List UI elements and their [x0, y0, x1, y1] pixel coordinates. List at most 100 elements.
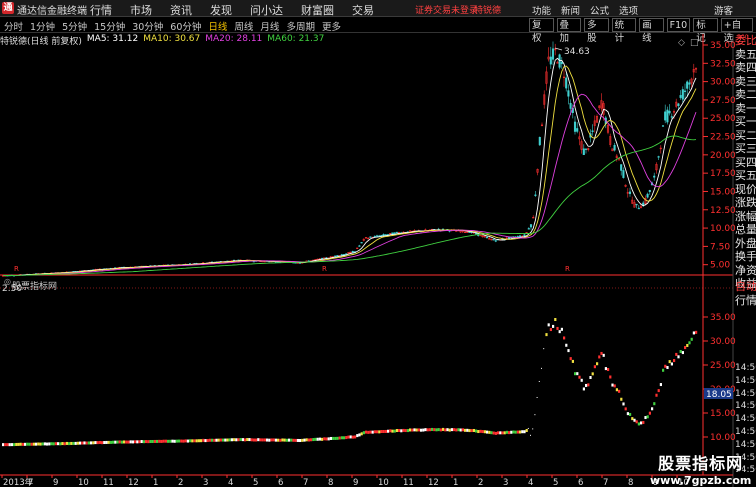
indicator-dot [439, 428, 442, 432]
side-item[interactable]: 自动 [735, 280, 756, 294]
indicator-dot [376, 430, 379, 434]
side-item[interactable]: 卖一 [735, 102, 756, 116]
expand-icon[interactable]: □ [690, 38, 699, 48]
event-marker[interactable]: R [14, 265, 19, 273]
indicator-dot [387, 429, 390, 433]
indicator-dot [327, 437, 330, 441]
indicator-dot [288, 438, 291, 442]
price-tick-label: 22.50 [710, 133, 736, 143]
indicator-dot [358, 433, 361, 437]
indicator-tick-label: 15.00 [710, 409, 736, 419]
indicator-dot [145, 440, 148, 444]
indicator-dot [655, 393, 658, 397]
side-item[interactable]: 卖四 [735, 61, 756, 75]
indicator-dot [98, 440, 101, 444]
candle-body [582, 148, 585, 156]
side-item[interactable]: 买三 [735, 142, 756, 156]
indicator-dot [417, 428, 420, 432]
event-marker[interactable]: R [565, 265, 570, 273]
indicator-settings-icon[interactable]: ◎ [4, 277, 11, 286]
indicator-dot [681, 351, 684, 355]
indicator-dot [505, 430, 508, 434]
indicator-dot [217, 438, 220, 442]
price-tick-label: 17.50 [710, 169, 736, 179]
side-item[interactable]: 卖五 [735, 48, 756, 62]
indicator-dot [90, 441, 93, 445]
side-item[interactable]: 涨跌 [735, 196, 756, 210]
indicator-dot [442, 427, 445, 431]
indicator-dot [200, 439, 203, 443]
indicator-dot [299, 439, 302, 443]
indicator-dot [193, 439, 196, 443]
side-item[interactable]: 卖三 [735, 75, 756, 89]
indicator-dot [43, 442, 46, 446]
indicator-dot [138, 440, 141, 444]
candle-body [340, 254, 343, 256]
indicator-dot [512, 430, 515, 434]
indicator-dot [455, 428, 458, 432]
indicator-dot [173, 439, 176, 443]
side-item[interactable]: 买二 [735, 129, 756, 143]
date-label: 12 [128, 478, 139, 487]
indicator-dot [556, 326, 559, 330]
indicator-dot [516, 430, 519, 434]
indicator-dot [538, 380, 540, 382]
price-tick-label: 27.50 [710, 96, 736, 106]
side-item[interactable]: 卖二 [735, 88, 756, 102]
indicator-dot [274, 438, 277, 442]
current-value-text: 18.05 [706, 390, 732, 400]
side-item[interactable]: 委比 [735, 34, 756, 48]
indicator-dot [294, 438, 297, 442]
side-item[interactable]: 换手 [735, 250, 756, 264]
indicator-dot [433, 428, 436, 432]
indicator-dot [679, 349, 682, 353]
indicator-dot [598, 355, 601, 359]
side-item[interactable]: 行情 [735, 294, 756, 308]
side-item[interactable]: 外盘 [735, 237, 756, 251]
indicator-dot [310, 438, 313, 442]
indicator-dot [277, 438, 280, 442]
collapse-icon[interactable]: ◇ [678, 38, 685, 48]
candle-body [686, 81, 689, 89]
kline-chart[interactable]: 35.0032.5030.0027.5025.0022.5020.0017.50… [0, 0, 756, 487]
indicator-dot [426, 428, 429, 432]
indicator-dot [32, 442, 35, 446]
indicator-dot [618, 389, 621, 393]
indicator-dot [690, 337, 693, 341]
indicator-dot [123, 440, 126, 444]
indicator-dot [292, 438, 295, 442]
indicator-dot [378, 430, 381, 434]
indicator-dot [213, 438, 216, 442]
side-item[interactable]: 买四 [735, 156, 756, 170]
candle-body [670, 116, 673, 118]
indicator-dot [659, 383, 662, 387]
side-item[interactable]: 涨幅 [735, 210, 756, 224]
indicator-dot [244, 438, 247, 442]
candle-body [653, 175, 656, 178]
side-item[interactable]: 现价 [735, 183, 756, 197]
date-label: 6 [278, 478, 283, 487]
side-item[interactable]: 总量 [735, 223, 756, 237]
indicator-dot [574, 372, 577, 376]
side-item[interactable]: 买五 [735, 169, 756, 183]
indicator-dot [587, 383, 590, 387]
indicator-dot [266, 438, 269, 442]
indicator-dot [21, 442, 24, 446]
candle-body [523, 234, 526, 237]
candle-body [538, 137, 541, 146]
indicator-dot [224, 438, 227, 442]
side-item[interactable]: 净资 [735, 264, 756, 278]
price-tick-label: 5.00 [710, 261, 730, 271]
price-tick-label: 35.00 [710, 41, 736, 51]
indicator-dot [211, 438, 214, 442]
indicator-dot [547, 323, 550, 327]
indicator-dot [582, 387, 585, 391]
event-marker[interactable]: R [322, 265, 327, 273]
indicator-dot [640, 421, 643, 425]
side-item[interactable]: 买一 [735, 115, 756, 129]
indicator-dot [398, 428, 401, 432]
indicator-dot [453, 428, 456, 432]
indicator-dot [215, 438, 218, 442]
price-axis-ticks: 35.00 32.50 30.00 27.50 25.00 22.50 20.00 17.50… [703, 41, 736, 271]
candle-body [573, 121, 577, 132]
